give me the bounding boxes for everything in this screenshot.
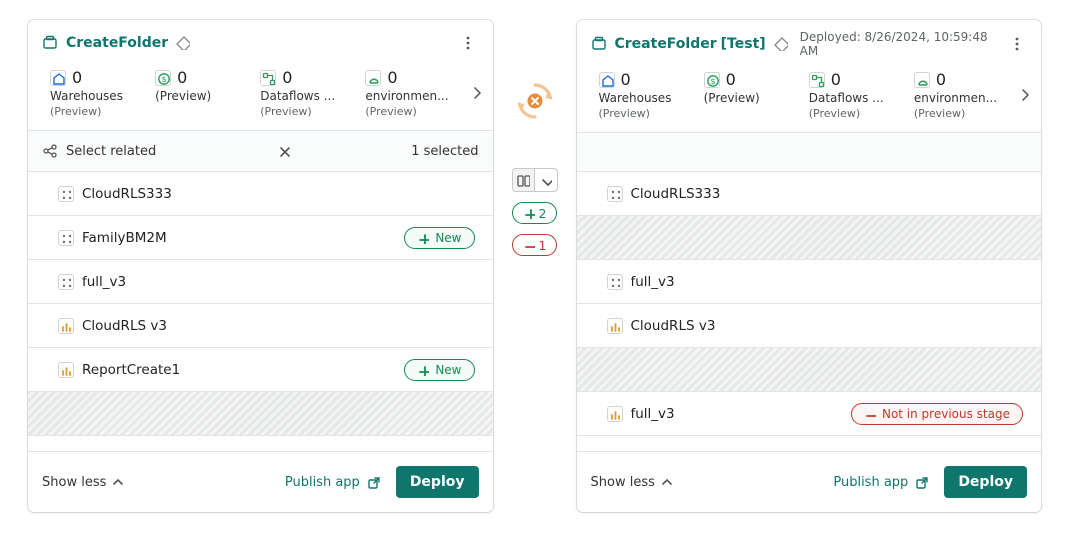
item-list: CloudRLS333 full_v3 CloudRLS v3 full_v3 Not …	[577, 172, 1042, 451]
item-name: CloudRLS v3	[631, 318, 1024, 334]
status-badge-new: New	[404, 359, 474, 381]
compare-mode-toggle[interactable]	[512, 168, 558, 192]
type-icon	[704, 72, 720, 88]
status-badge-new: New	[404, 227, 474, 249]
report-icon	[58, 362, 74, 378]
workspace-icon	[591, 36, 607, 52]
list-item[interactable]: full_v3	[577, 260, 1042, 304]
select-related-label[interactable]: Select related	[66, 144, 156, 159]
report-icon	[607, 406, 623, 422]
stage-panel-target: CreateFolder [Test] Deployed: 8/26/2024,…	[577, 20, 1042, 512]
missing-item-placeholder	[28, 392, 493, 436]
item-name: FamilyBM2M	[82, 230, 392, 246]
deploy-button[interactable]: Deploy	[396, 466, 479, 498]
item-list: CloudRLS333 FamilyBM2M New full_v3 CloudRLS …	[28, 172, 493, 451]
warehouse-icon	[599, 72, 615, 88]
panel-title[interactable]: CreateFolder	[66, 35, 168, 51]
missing-item-placeholder	[577, 348, 1042, 392]
item-name: CloudRLS333	[631, 186, 1024, 202]
show-less-toggle[interactable]: Show less	[42, 475, 124, 490]
clear-selection-button[interactable]	[274, 141, 294, 161]
panel-more-button[interactable]	[457, 30, 479, 56]
diff-removed-pill[interactable]: 1	[512, 234, 558, 256]
item-name: CloudRLS v3	[82, 318, 475, 334]
item-name: full_v3	[631, 406, 839, 422]
deploy-button[interactable]: Deploy	[944, 466, 1027, 498]
diff-added-pill[interactable]: 2	[512, 202, 558, 224]
compare-mode-dropdown[interactable]	[535, 169, 557, 191]
show-less-toggle[interactable]: Show less	[591, 475, 673, 490]
dataset-icon	[607, 186, 623, 202]
dataset-icon	[58, 186, 74, 202]
premium-icon	[774, 37, 788, 51]
dataset-icon	[58, 230, 74, 246]
workspace-icon	[42, 35, 58, 51]
list-item[interactable]: CloudRLS v3	[28, 304, 493, 348]
type-icon	[155, 70, 171, 86]
type-stat[interactable]: 0 Dataflows ... (Preview)	[254, 64, 359, 122]
type-strip-scroll-right[interactable]	[1013, 81, 1037, 109]
type-stat[interactable]: 0 environmen... (Preview)	[359, 64, 464, 122]
dataflow-icon	[809, 72, 825, 88]
dataset-icon	[58, 274, 74, 290]
publish-app-link[interactable]: Publish app	[285, 475, 380, 490]
panel-more-button[interactable]	[1007, 31, 1027, 57]
type-stat[interactable]: 0 (Preview)	[149, 64, 254, 109]
status-badge-missing: Not in previous stage	[851, 403, 1023, 425]
list-item[interactable]: FamilyBM2M New	[28, 216, 493, 260]
select-related-bar: Select related 1 selected	[28, 130, 493, 172]
type-stat[interactable]: 0 Warehouses (Preview)	[593, 66, 698, 124]
type-stat[interactable]: 0 (Preview)	[698, 66, 803, 111]
report-icon	[58, 318, 74, 334]
item-name: CloudRLS333	[82, 186, 475, 202]
missing-item-placeholder	[577, 216, 1042, 260]
type-summary-strip: 0 Warehouses (Preview) 0 (Preview) 0 Dat…	[577, 60, 1042, 132]
publish-app-link[interactable]: Publish app	[833, 475, 928, 490]
list-item[interactable]: CloudRLS333	[577, 172, 1042, 216]
stage-panel-source: CreateFolder 0 Warehouses (Preview) 0 (P…	[28, 20, 493, 512]
premium-icon	[176, 36, 190, 50]
related-icon	[42, 143, 58, 159]
last-deployed-label: Deployed: 8/26/2024, 10:59:48 AM	[800, 30, 991, 58]
item-name: ReportCreate1	[82, 362, 392, 378]
dataset-icon	[607, 274, 623, 290]
warehouse-icon	[50, 70, 66, 86]
panel-title-suffix: [Test]	[721, 36, 766, 52]
item-name: full_v3	[82, 274, 475, 290]
list-item[interactable]: full_v3 Not in previous stage	[577, 392, 1042, 436]
type-summary-strip: 0 Warehouses (Preview) 0 (Preview) 0 Dat…	[28, 58, 493, 130]
panel-title[interactable]: CreateFolder	[615, 36, 717, 52]
dataflow-icon	[260, 70, 276, 86]
env-icon	[914, 72, 930, 88]
report-icon	[607, 318, 623, 334]
type-stat[interactable]: 0 Dataflows ... (Preview)	[803, 66, 908, 124]
list-header-bar	[577, 132, 1042, 172]
selection-count: 1 selected	[411, 144, 478, 159]
compare-side-by-side-button[interactable]	[513, 169, 535, 191]
item-name: full_v3	[631, 274, 1024, 290]
sync-status-icon[interactable]	[514, 80, 556, 122]
list-item[interactable]: CloudRLS v3	[577, 304, 1042, 348]
list-item[interactable]: ReportCreate1 New	[28, 348, 493, 392]
type-stat[interactable]: 0 Warehouses (Preview)	[44, 64, 149, 122]
type-stat[interactable]: 0 environmen... (Preview)	[908, 66, 1013, 124]
list-item[interactable]: full_v3	[28, 260, 493, 304]
stage-connector: 2 1	[511, 20, 559, 512]
env-icon	[365, 70, 381, 86]
type-strip-scroll-right[interactable]	[465, 79, 489, 107]
list-item[interactable]: CloudRLS333	[28, 172, 493, 216]
